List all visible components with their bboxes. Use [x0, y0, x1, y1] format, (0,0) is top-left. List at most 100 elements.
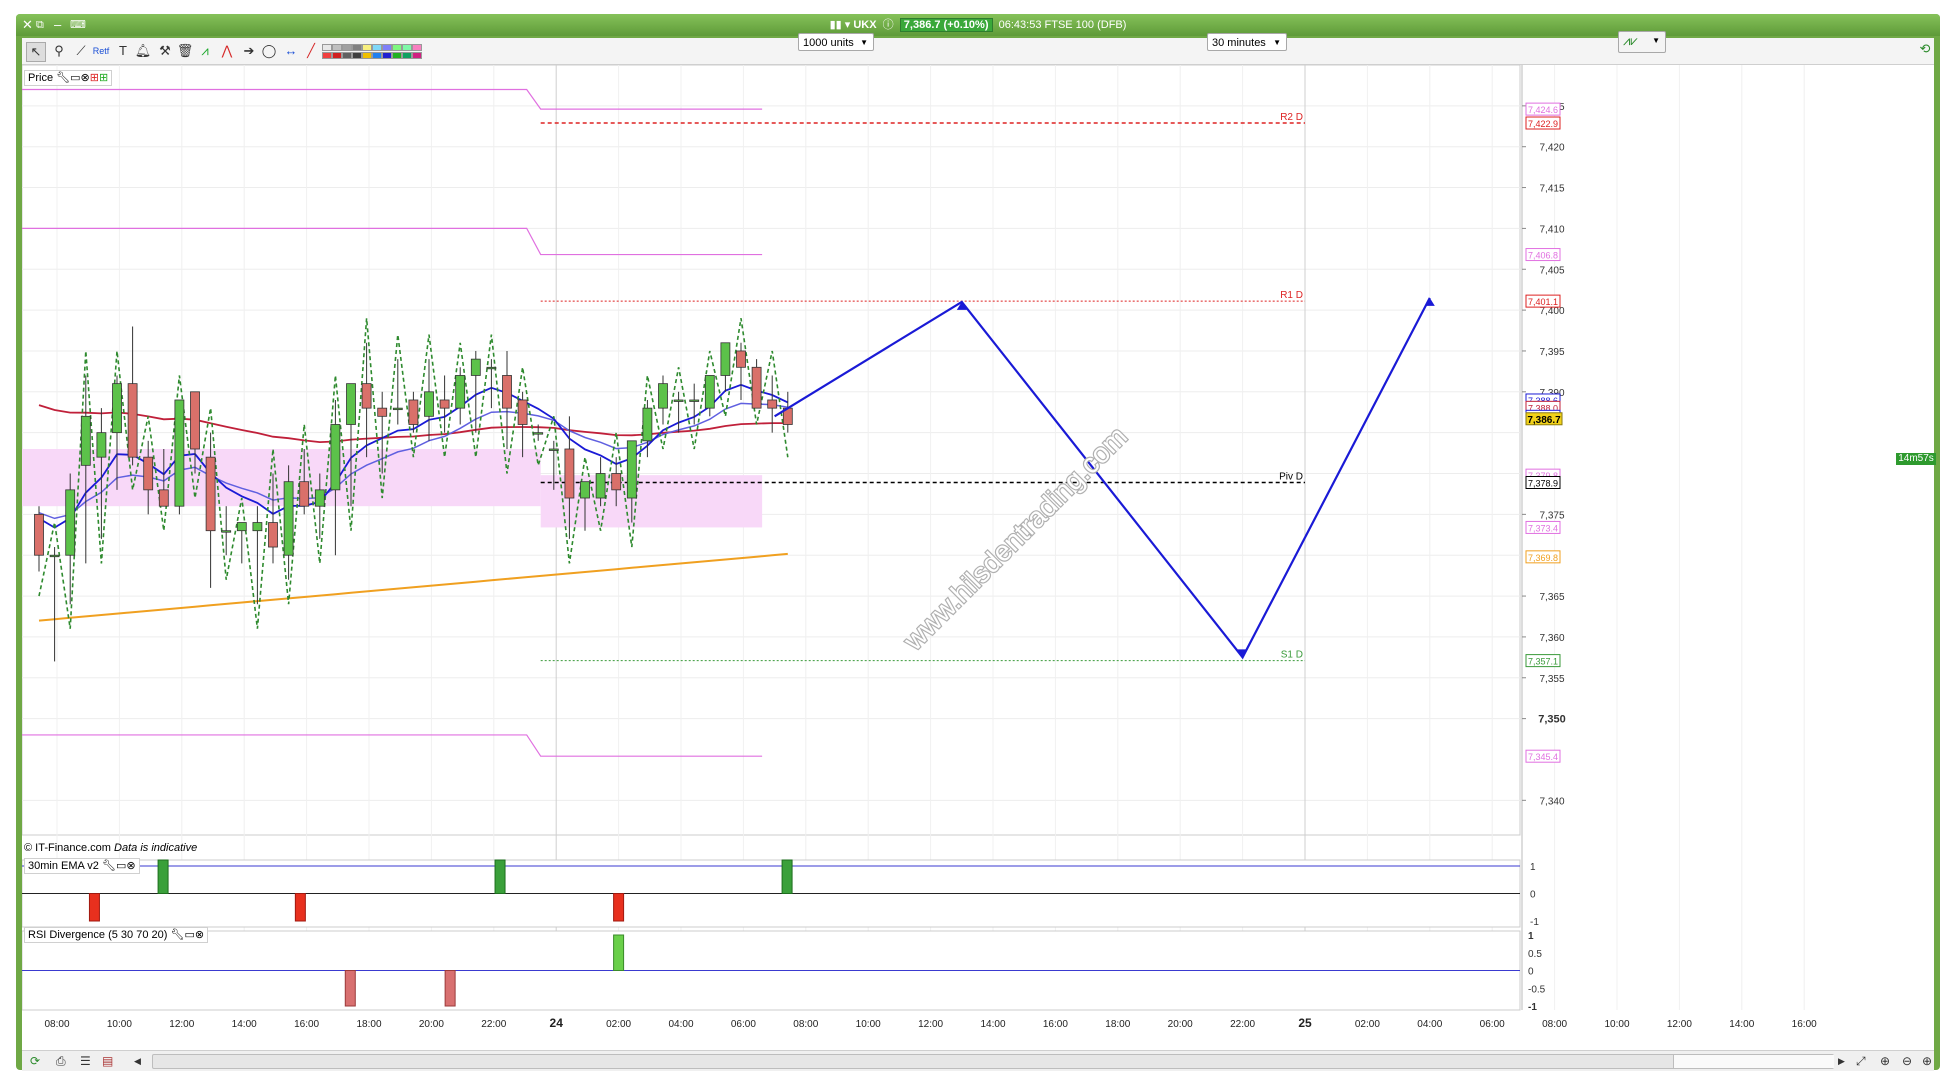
units-select[interactable]: 1000 units ▼ [798, 33, 874, 51]
price-change-badge: 7,386.7 (+0.10%) [899, 18, 993, 32]
level-label: R1 D [1280, 290, 1303, 301]
candle-bull [221, 530, 232, 533]
trash-icon[interactable]: 🗑︎ [176, 42, 194, 60]
text-tool-icon[interactable]: T [114, 42, 132, 60]
level-price-badge-text: 7,401.1 [1528, 297, 1558, 307]
zoom-icon[interactable]: ⚲ [50, 42, 68, 60]
indicator-icon[interactable]: ⩘ [196, 42, 214, 60]
wrench-icon[interactable]: 🔧︎ [102, 860, 116, 872]
window-icon[interactable]: ▭ [116, 860, 126, 872]
zoom-out-icon[interactable]: ⊖ [1902, 1053, 1912, 1069]
y-tick-label: 7,355 [1539, 674, 1564, 685]
ema-tick-label: -1 [1530, 917, 1539, 928]
horizontal-line-icon[interactable]: ↔ [282, 42, 300, 60]
candle-bear [564, 448, 575, 499]
band-price-badge-text: 7,345.4 [1528, 752, 1558, 762]
y-tick-label: 7,415 [1539, 184, 1564, 195]
close-icon[interactable]: ⊗ [81, 72, 90, 84]
candle-bull [580, 481, 590, 499]
candle-bull [455, 375, 466, 409]
candle-bull [658, 383, 668, 409]
rsi-down-bar [444, 970, 456, 1007]
candle-bull [174, 399, 185, 507]
sub-panels: 1 0 -1 1 0.5 0 -0.5 -1 [21, 859, 1546, 1013]
arrow-tool-icon[interactable]: ➔ [240, 42, 258, 60]
close-icon[interactable]: ⊗ [195, 929, 204, 941]
candle-bear [205, 456, 216, 532]
chart-type-select[interactable]: ⩘⩗ ▼ [1618, 31, 1666, 53]
x-tick-label: 06:00 [1480, 1019, 1505, 1030]
refresh-chart-icon[interactable]: ⟳ [30, 1053, 40, 1069]
zoom-fit-icon[interactable]: ⊕ [1880, 1053, 1890, 1069]
chart-area[interactable]: R2 D R1 D Piv D S1 D 7,340 7,350 7,355 7,360 7,… [21, 64, 1936, 1050]
x-tick-label: 02:00 [1355, 1019, 1380, 1030]
countdown-badge: 14m57s [1896, 453, 1936, 465]
time-axis: 08:00 10:00 12:00 14:00 16:00 18:00 20:00 22:00… [44, 1016, 1817, 1030]
x-tick-label: 20:00 [1168, 1019, 1193, 1030]
x-tick-label: 14:00 [980, 1019, 1005, 1030]
ema-down-bar [613, 893, 625, 922]
print-icon[interactable]: ⎙ [56, 1053, 66, 1069]
rsi-up-bar [613, 934, 625, 971]
wrench-icon[interactable]: 🔧︎ [56, 72, 70, 84]
candle-bull [49, 554, 60, 558]
chevron-down-icon: ▼ [1273, 38, 1281, 47]
ema-panel-label: 30min EMA v2 [28, 860, 99, 872]
info-icon[interactable]: ⓘ [883, 19, 894, 31]
x-tick-label: 10:00 [107, 1019, 132, 1030]
rsi-tick-label: -0.5 [1528, 984, 1546, 995]
band-zone-prev [22, 449, 541, 507]
interval-select[interactable]: 30 minutes ▼ [1207, 33, 1287, 51]
fibonacci-retracement-icon[interactable]: Retf [92, 42, 110, 60]
pointer-icon[interactable]: ↖ [26, 42, 46, 62]
bottom-bar: ⟳ ⎙ ☰ ▤ ◀ ▶ ⤢ ⊕ ⊖ ⊕ [22, 1050, 1934, 1071]
candle-bear [268, 522, 278, 548]
ellipse-tool-icon[interactable]: ◯ [260, 42, 278, 60]
candle-bull [533, 432, 544, 435]
candle-bear [34, 513, 44, 556]
template-icon[interactable]: ▤ [102, 1053, 113, 1069]
x-tick-label: 16:00 [294, 1019, 319, 1030]
zigzag-tool-icon[interactable]: ⋀ [218, 42, 236, 60]
candle-bear [767, 399, 778, 409]
auto-scale-icon[interactable]: ⤢ [1856, 1053, 1866, 1069]
window-icon[interactable]: ▭ [70, 72, 80, 84]
window-icon[interactable]: ▭ [184, 929, 194, 941]
panel-toggle-icon[interactable]: ⟲ [1916, 40, 1934, 58]
instrument-name: FTSE 100 (DFB) [1044, 19, 1127, 31]
ma-price-badge-text: 7,369.8 [1528, 553, 1558, 563]
y-tick-label: 7,350 [1538, 714, 1566, 726]
horizontal-scrollbar[interactable] [152, 1054, 1834, 1069]
x-tick-label: 04:00 [1417, 1019, 1442, 1030]
scroll-left-icon[interactable]: ◀ [134, 1053, 141, 1069]
countdown-text: 14m57s [1898, 453, 1934, 464]
close-icon[interactable]: ⊗ [126, 860, 135, 872]
candle-bull [314, 489, 325, 507]
wrench-icon[interactable]: 🔧︎ [170, 929, 184, 941]
measure-tool-icon[interactable]: ⚒ [156, 42, 174, 60]
y-tick-label: 7,420 [1539, 143, 1564, 154]
candle-bear [517, 399, 528, 425]
scrollbar-thumb[interactable] [1673, 1055, 1834, 1068]
zoom-in-icon[interactable]: ⊕ [1922, 1053, 1932, 1069]
candle-bear [361, 383, 372, 409]
y-tick-label: 7,410 [1539, 224, 1564, 235]
candle-bull [252, 522, 263, 532]
band-price-badge-text: 7,406.8 [1528, 251, 1558, 261]
instrument-menu-icon[interactable]: ▮▮ ▾ [830, 19, 851, 31]
chart-type-icon: ⩘⩗ [1623, 33, 1638, 48]
alert-bell-icon[interactable]: 🔔︎ [134, 42, 152, 60]
scroll-right-icon[interactable]: ▶ [1838, 1053, 1845, 1069]
copyright-text: © IT-Finance.com [24, 842, 111, 854]
line-tool-icon[interactable]: ╱ [302, 42, 320, 60]
price-chart-svg[interactable]: R2 D R1 D Piv D S1 D 7,340 7,350 7,355 7,360 7,… [21, 64, 1934, 1050]
trendline-tool-icon[interactable]: ⟋ [72, 42, 90, 60]
x-tick-label: 10:00 [1604, 1019, 1629, 1030]
layers-icon[interactable]: ☰ [80, 1053, 91, 1069]
add-red-icon[interactable]: ⊞ [90, 72, 99, 84]
color-palette[interactable] [322, 44, 452, 60]
x-tick-label: 16:00 [1043, 1019, 1068, 1030]
y-tick-label: 7,365 [1539, 592, 1564, 603]
add-green-icon[interactable]: ⊞ [99, 72, 108, 84]
price-panel-label: Price [28, 72, 54, 84]
